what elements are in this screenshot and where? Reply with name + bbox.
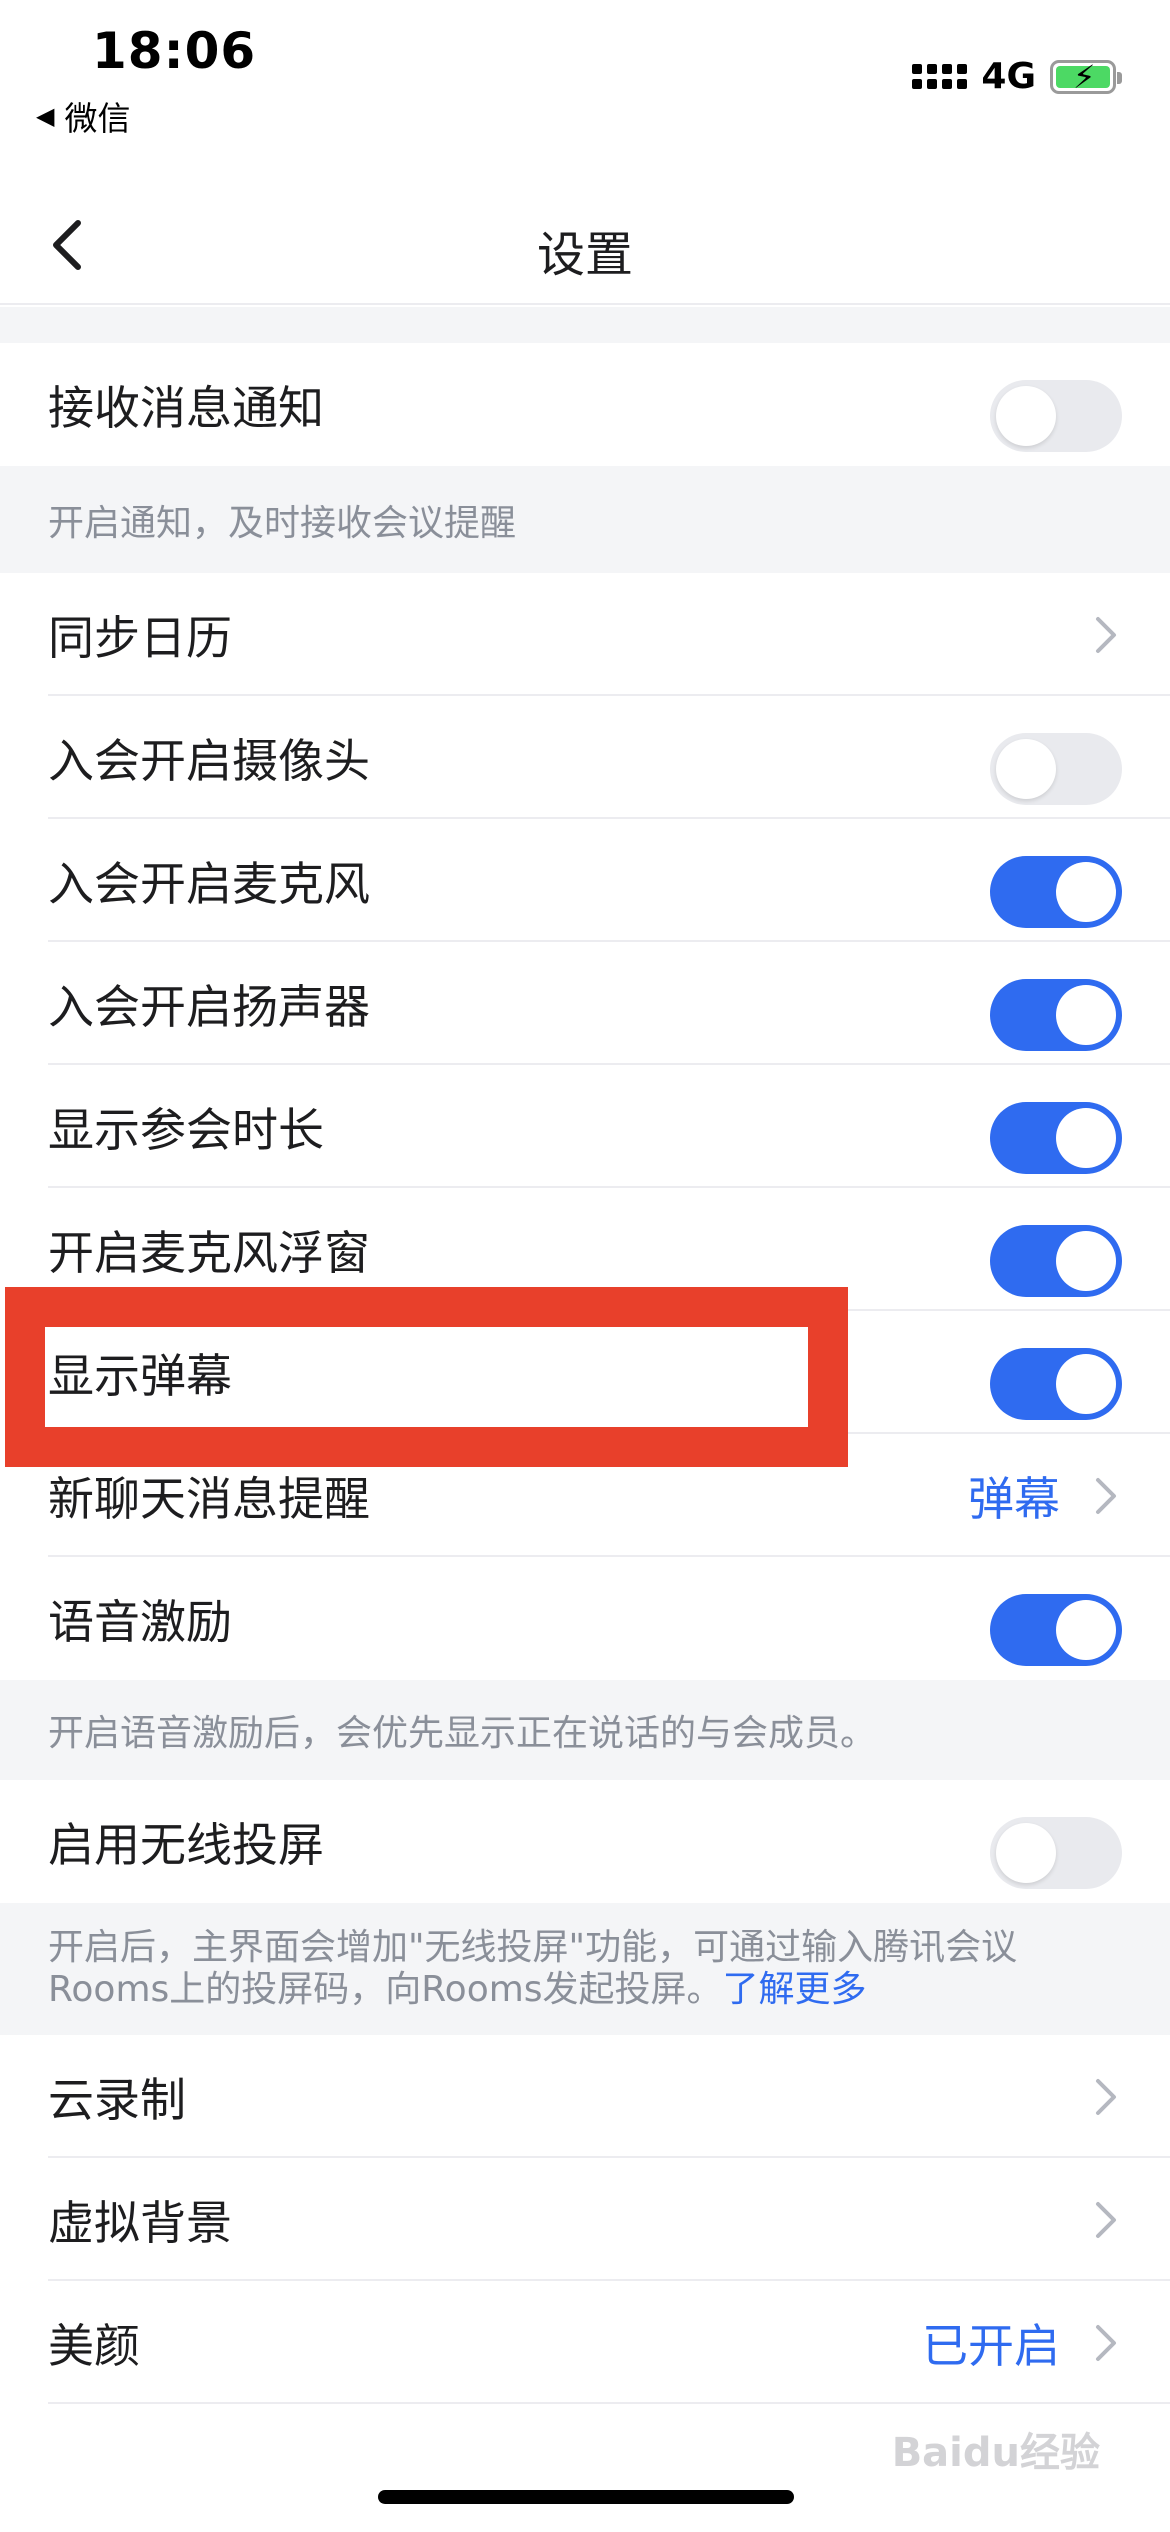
row-value: 弹幕 [968,1471,1060,1526]
row-label: 语音激励 [48,1594,232,1649]
speaker-on-join-toggle[interactable] [990,979,1122,1051]
wireless-cast-toggle[interactable] [990,1817,1122,1889]
chevron-right-icon [1096,1478,1116,1514]
row-label: 开启麦克风浮窗 [48,1225,370,1280]
cast-note: 开启后，主界面会增加"无线投屏"功能，可通过输入腾讯会议 Rooms上的投屏码，… [0,1903,1170,2035]
section-gap [0,307,1170,343]
row-voice-motivation: 语音激励 [0,1557,1170,1680]
row-label: 入会开启麦克风 [48,856,370,911]
signal-icon [912,64,968,89]
row-label: 入会开启扬声器 [48,979,370,1034]
back-to-app[interactable]: ◀ 微信 [36,92,130,140]
chevron-right-icon [1096,2079,1116,2115]
row-beauty[interactable]: 美颜 已开启 [0,2281,1170,2404]
watermark: Baidu经验 [891,2430,1100,2476]
home-indicator[interactable] [378,2490,794,2504]
row-label: 启用无线投屏 [48,1817,324,1872]
voice-motivation-toggle[interactable] [990,1594,1122,1666]
row-value: 已开启 [922,2318,1060,2373]
status-time: 18:06 [92,22,257,80]
row-label: 接收消息通知 [48,380,324,435]
row-receive-notifications: 接收消息通知 [0,343,1170,466]
mic-on-join-toggle[interactable] [990,856,1122,928]
show-danmaku-toggle[interactable] [990,1348,1122,1420]
highlight-annotation [5,1287,848,1467]
navigation-bar: 设置 [0,185,1170,305]
row-camera-on-join: 入会开启摄像头 [0,696,1170,819]
chevron-right-icon [1096,2325,1116,2361]
row-label: 同步日历 [48,610,232,665]
row-label: 美颜 [48,2318,140,2373]
notifications-note: 开启通知，及时接收会议提醒 [0,466,1170,573]
row-cloud-record[interactable]: 云录制 [0,2035,1170,2158]
status-indicators: 4G ⚡ [912,56,1122,97]
row-virtual-background[interactable]: 虚拟背景 [0,2158,1170,2281]
row-mic-on-join: 入会开启麦克风 [0,819,1170,942]
row-wireless-cast: 启用无线投屏 [0,1780,1170,1903]
row-label: 入会开启摄像头 [48,733,370,788]
show-duration-toggle[interactable] [990,1102,1122,1174]
back-triangle-icon: ◀ [36,102,55,130]
row-sync-calendar[interactable]: 同步日历 [0,573,1170,696]
chevron-right-icon [1096,2202,1116,2238]
page-title: 设置 [536,227,633,283]
chevron-right-icon [1096,617,1116,653]
row-show-duration: 显示参会时长 [0,1065,1170,1188]
row-label: 虚拟背景 [48,2195,232,2250]
receive-notifications-toggle[interactable] [990,380,1122,452]
voice-note: 开启语音激励后，会优先显示正在说话的与会成员。 [0,1680,1170,1780]
mic-float-toggle[interactable] [990,1225,1122,1297]
row-label: 新聊天消息提醒 [48,1471,370,1526]
row-label: 显示参会时长 [48,1102,324,1157]
row-label: 云录制 [48,2072,186,2127]
status-bar: 18:06 ◀ 微信 4G ⚡ [0,0,1170,140]
battery-charging-icon: ⚡ [1050,59,1122,95]
back-app-label: 微信 [64,99,131,138]
camera-on-join-toggle[interactable] [990,733,1122,805]
learn-more-link[interactable]: 了解更多 [723,1969,867,2010]
network-type: 4G [981,56,1036,97]
row-speaker-on-join: 入会开启扬声器 [0,942,1170,1065]
